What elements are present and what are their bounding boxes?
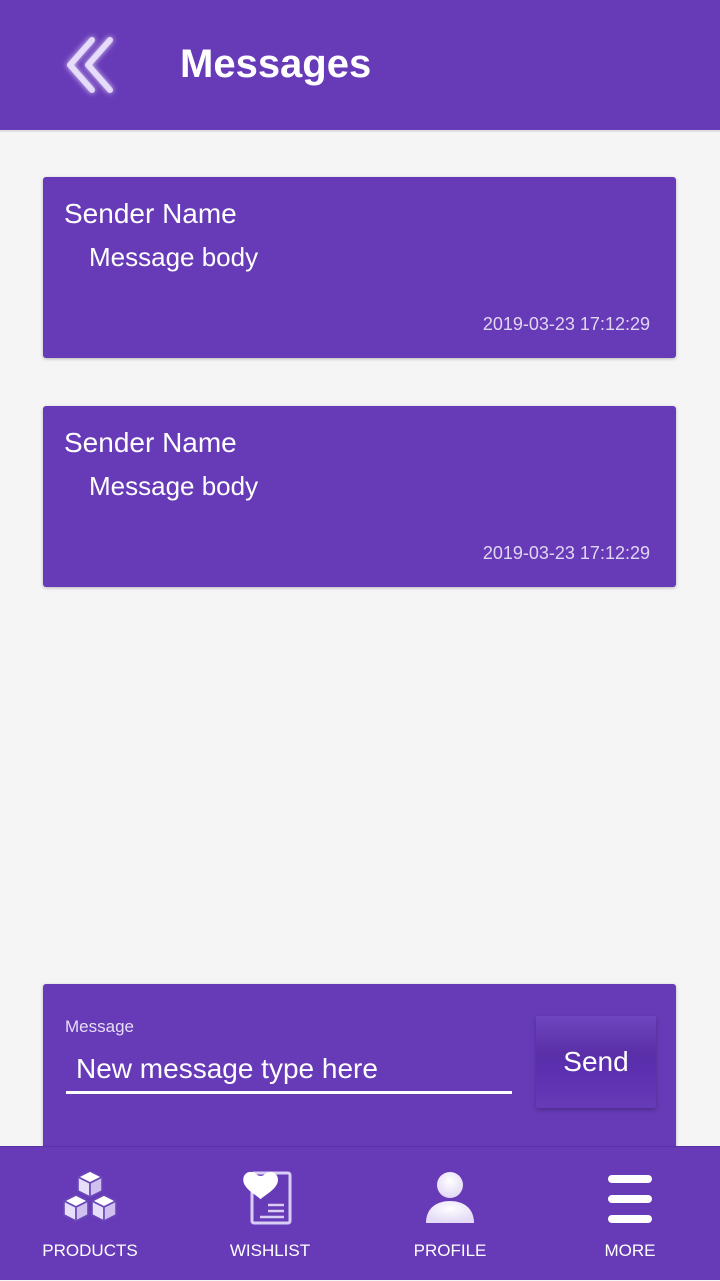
app-bar: Messages: [0, 0, 720, 132]
nav-label: MORE: [604, 1241, 656, 1260]
nav-label: PROFILE: [413, 1241, 487, 1260]
message-timestamp: 2019-03-23 17:12:29: [482, 314, 650, 334]
message-card[interactable]: Sender Name Message body 2019-03-23 17:1…: [43, 177, 676, 358]
message-body: Message body: [89, 471, 259, 501]
page-title: Messages: [180, 42, 372, 86]
nav-item-products[interactable]: PRODUCTS: [0, 1147, 180, 1281]
message-card[interactable]: Sender Name Message body 2019-03-23 17:1…: [43, 406, 676, 587]
message-timestamp: 2019-03-23 17:12:29: [482, 543, 650, 563]
heart-list-icon: [243, 1171, 292, 1225]
double-chevron-left-icon: [67, 37, 113, 93]
user-icon: [426, 1172, 474, 1223]
message-sender: Sender Name: [64, 198, 237, 229]
nav-item-wishlist[interactable]: WISHLIST: [180, 1147, 360, 1281]
send-button[interactable]: Send: [536, 1016, 656, 1108]
message-composer: Message Send: [43, 984, 676, 1154]
menu-icon: [608, 1175, 652, 1223]
nav-item-profile[interactable]: PROFILE: [360, 1147, 540, 1281]
nav-label: PRODUCTS: [42, 1241, 138, 1260]
nav-label: WISHLIST: [229, 1241, 311, 1260]
back-button[interactable]: [60, 30, 120, 100]
message-input[interactable]: [66, 1046, 512, 1094]
nav-item-more[interactable]: MORE: [540, 1147, 720, 1281]
message-sender: Sender Name: [64, 427, 237, 458]
boxes-icon: [63, 1170, 117, 1222]
bottom-navigation: PRODUCTS WISHLIST PROFILE MORE: [0, 1146, 720, 1280]
message-field-label: Message: [65, 1017, 134, 1036]
message-body: Message body: [89, 242, 259, 272]
